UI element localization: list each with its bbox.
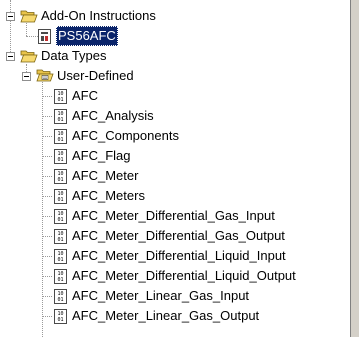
add-on-instruction-icon	[38, 29, 51, 44]
tree-node-label: Add-On Instructions	[41, 8, 156, 23]
tree-node-data-type[interactable]: 10 01 AFC_Meter_Differential_Gas_Input	[0, 206, 350, 226]
tree-node-label: AFC_Meter_Differential_Gas_Input	[72, 208, 275, 223]
project-tree: Add-On Instructions PS56AFC Data Types U…	[0, 0, 350, 337]
tree-node-data-type[interactable]: 10 01 AFC_Analysis	[0, 106, 350, 126]
data-type-icon: 1001	[54, 189, 67, 204]
tree-node-label: AFC_Components	[72, 128, 179, 143]
tree-node-data-type[interactable]: 10 01 AFC_Meter_Differential_Liquid_Input	[0, 246, 350, 266]
svg-text:01: 01	[57, 157, 63, 163]
tree-node-label: AFC_Meter_Linear_Gas_Input	[72, 288, 250, 303]
svg-text:01: 01	[57, 117, 63, 123]
tree-node-data-type[interactable]: 10 01 AFC_Meter_Differential_Liquid_Output	[0, 266, 350, 286]
vertical-scrollbar[interactable]	[350, 0, 359, 337]
svg-text:01: 01	[57, 217, 63, 223]
data-type-icon: 1001	[54, 149, 67, 164]
svg-text:01: 01	[57, 137, 63, 143]
user-defined-folder-icon	[36, 69, 54, 82]
data-type-icon: 1001	[54, 249, 67, 264]
tree-node-label: AFC_Meter_Differential_Gas_Output	[72, 228, 285, 243]
tree-node-label: Data Types	[41, 48, 107, 63]
data-type-icon: 1001	[54, 229, 67, 244]
tree-node-label: User-Defined	[57, 68, 134, 83]
tree-node-label: AFC	[72, 88, 98, 103]
tree-node-data-type[interactable]: 10 01 AFC_Components	[0, 126, 350, 146]
data-type-icon: 1001	[54, 269, 67, 284]
data-type-icon: 1001	[54, 289, 67, 304]
data-type-icon: 1001	[54, 129, 67, 144]
svg-text:01: 01	[57, 177, 63, 183]
tree-node-label: AFC_Analysis	[72, 108, 154, 123]
tree-node-label: PS56AFC	[56, 26, 118, 46]
data-type-icon: 1001	[54, 89, 67, 104]
tree-node-label: AFC_Meter_Linear_Gas_Output	[72, 308, 260, 323]
tree-node-label: AFC_Flag	[72, 148, 131, 163]
tree-node-label: AFC_Meters	[72, 188, 145, 203]
tree-node-data-types[interactable]: Data Types	[0, 46, 350, 66]
svg-text:01: 01	[57, 277, 63, 283]
svg-text:01: 01	[57, 257, 63, 263]
logix-controller-organizer: Add-On Instructions PS56AFC Data Types U…	[0, 0, 359, 337]
svg-text:01: 01	[57, 197, 63, 203]
tree-node-data-type[interactable]: 10 01 AFC	[0, 86, 350, 106]
folder-open-icon	[20, 10, 38, 23]
collapse-toggle[interactable]	[6, 52, 15, 61]
data-type-icon: 1001	[54, 109, 67, 124]
svg-text:01: 01	[57, 97, 63, 103]
tree-node-label: AFC_Meter	[72, 168, 139, 183]
tree-node-label: AFC_Meter_Differential_Liquid_Output	[72, 268, 296, 283]
svg-text:01: 01	[57, 297, 63, 303]
data-type-icon: 1001	[54, 169, 67, 184]
svg-text:01: 01	[57, 237, 63, 243]
tree-node-data-type[interactable]: 10 01 AFC_Meter_Linear_Gas_Input	[0, 286, 350, 306]
tree-node-data-type[interactable]: 10 01 AFC_Meter	[0, 166, 350, 186]
tree-node-data-type[interactable]: 10 01 AFC_Meters	[0, 186, 350, 206]
collapse-toggle[interactable]	[22, 72, 31, 81]
data-type-icon: 1001	[54, 309, 67, 324]
tree-node-user-defined[interactable]: User-Defined	[0, 66, 350, 86]
tree-node-data-type[interactable]: 10 01 AFC_Meter_Linear_Gas_Output	[0, 306, 350, 326]
data-type-icon: 1001	[54, 209, 67, 224]
tree-node-ps56afc[interactable]: PS56AFC	[0, 26, 350, 46]
tree-node-data-type[interactable]: 10 01 AFC_Flag	[0, 146, 350, 166]
svg-text:01: 01	[57, 317, 63, 323]
collapse-toggle[interactable]	[6, 12, 15, 21]
tree-node-add-on-instructions[interactable]: Add-On Instructions	[0, 6, 350, 26]
tree-node-data-type[interactable]: 10 01 AFC_Meter_Differential_Gas_Output	[0, 226, 350, 246]
folder-open-icon	[20, 50, 38, 63]
tree-node-label: AFC_Meter_Differential_Liquid_Input	[72, 248, 286, 263]
